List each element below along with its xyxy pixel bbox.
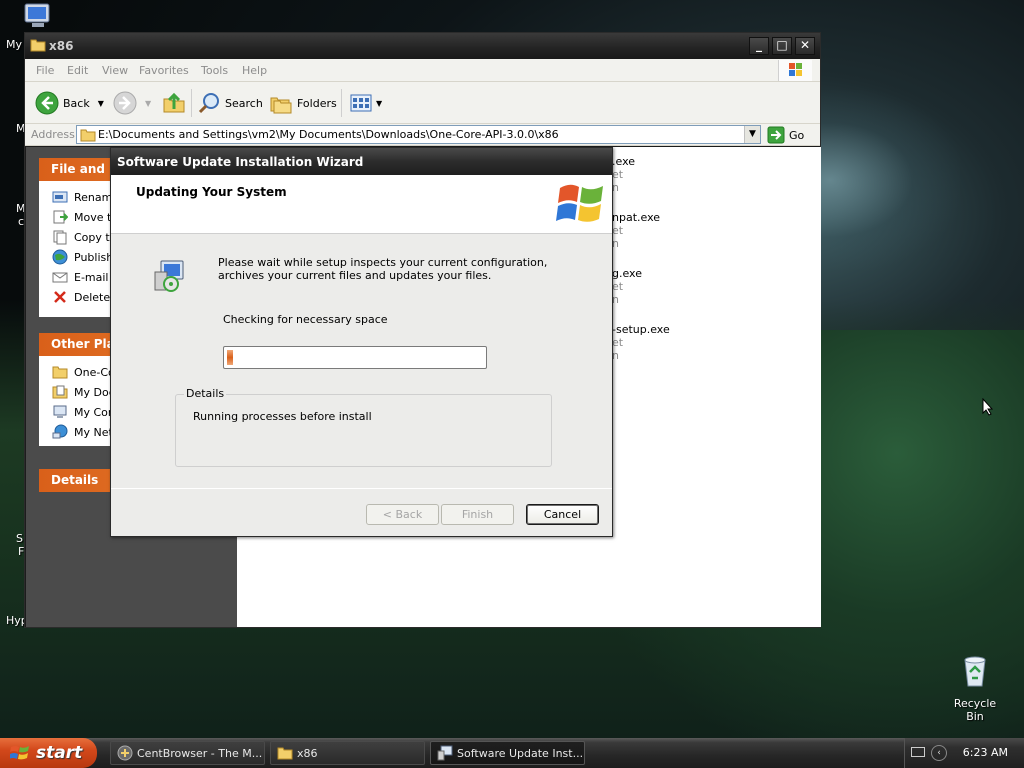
progress-segment	[227, 350, 233, 365]
progress-fill	[227, 350, 483, 365]
up-folder-button[interactable]	[162, 91, 186, 115]
tray-expand-icon[interactable]: ‹	[931, 745, 947, 761]
email-icon	[52, 272, 68, 283]
taskbar: start CentBrowser - The M... x86 Softwar…	[0, 738, 1024, 768]
search-icon	[198, 93, 219, 114]
details-group: Details Running processes before install	[175, 387, 552, 467]
maximize-button[interactable]: □	[772, 37, 792, 55]
up-folder-icon	[163, 92, 185, 113]
back-arrow-icon	[35, 91, 59, 115]
desktop-label-my-computer[interactable]: My	[6, 38, 22, 51]
wizard-heading: Updating Your System	[136, 185, 287, 199]
explorer-title: x86	[49, 39, 74, 53]
go-button[interactable]: Go	[767, 126, 804, 144]
desktop-label-4[interactable]: S	[16, 532, 23, 545]
copy-icon	[53, 230, 67, 245]
system-tray: ‹ 6:23 AM	[904, 738, 1024, 768]
toolbar: Back ▼ ▼ Search Folders ▼	[25, 82, 820, 124]
menu-favorites[interactable]: Favorites	[139, 64, 189, 77]
views-button[interactable]: ▼	[349, 91, 382, 115]
forward-arrow-icon	[113, 91, 137, 115]
address-label: Address	[31, 128, 75, 141]
menu-view[interactable]: View	[102, 64, 128, 77]
folder-icon	[277, 747, 293, 760]
wizard-titlebar[interactable]: Software Update Installation Wizard	[111, 148, 612, 175]
move-icon	[53, 210, 68, 224]
explorer-titlebar[interactable]: x86 _ □ ✕	[25, 33, 820, 59]
menu-help[interactable]: Help	[242, 64, 267, 77]
wizard-separator	[111, 488, 612, 489]
file-item[interactable]: -setup.exe et n	[612, 323, 670, 362]
toolbar-separator-2	[341, 89, 342, 117]
search-button[interactable]: Search	[197, 91, 263, 115]
folder-icon	[52, 366, 68, 379]
taskbar-item-centbrowser[interactable]: CentBrowser - The M...	[110, 741, 265, 765]
minimize-button[interactable]: _	[749, 37, 769, 55]
back-button[interactable]: < Back	[366, 504, 439, 525]
centbrowser-icon	[117, 745, 133, 761]
menu-edit[interactable]: Edit	[67, 64, 88, 77]
delete-x-icon	[54, 291, 66, 303]
recycle-bin-label: Recycle Bin	[953, 697, 997, 723]
back-button[interactable]: Back ▼	[35, 91, 104, 115]
my-computer-icon[interactable]	[22, 2, 54, 30]
wizard-title: Software Update Installation Wizard	[117, 155, 364, 169]
address-folder-icon	[80, 129, 96, 142]
cancel-button[interactable]: Cancel	[526, 504, 599, 525]
my-documents-icon	[52, 385, 68, 399]
wizard-status: Checking for necessary space	[223, 313, 388, 326]
folder-icon	[30, 39, 46, 52]
folders-button[interactable]: Folders	[269, 91, 337, 115]
recycle-bin-icon	[964, 656, 986, 687]
windows-flag-icon	[10, 746, 29, 760]
finish-button[interactable]: Finish	[441, 504, 514, 525]
keyboard-icon[interactable]	[911, 747, 925, 757]
menu-file[interactable]: File	[36, 64, 54, 77]
clock[interactable]: 6:23 AM	[963, 746, 1008, 759]
file-item[interactable]: g.exe et n	[612, 267, 642, 306]
views-grid-icon	[350, 94, 372, 112]
wizard-message: Please wait while setup inspects your cu…	[218, 256, 548, 282]
publish-globe-icon	[52, 249, 68, 265]
my-computer-icon	[53, 405, 67, 418]
address-dropdown-icon[interactable]: ▼	[744, 126, 760, 143]
toolbar-separator	[191, 89, 192, 117]
views-dropdown-icon[interactable]: ▼	[376, 99, 382, 108]
menu-tools[interactable]: Tools	[201, 64, 228, 77]
start-button[interactable]: start	[0, 738, 97, 768]
forward-button[interactable]: ▼	[113, 91, 151, 115]
install-progress-bar	[223, 346, 487, 369]
wizard-header: Updating Your System	[111, 175, 612, 234]
network-globe-icon	[52, 424, 68, 439]
menubar: File Edit View Favorites Tools Help	[25, 59, 820, 82]
address-bar: Address E:\Documents and Settings\vm2\My…	[25, 124, 820, 146]
taskbar-item-software-update[interactable]: Software Update Inst...	[430, 741, 585, 765]
windows-flag-icon	[778, 60, 812, 81]
recycle-bin[interactable]: Recycle Bin	[944, 654, 1006, 723]
details-legend: Details	[184, 387, 227, 400]
update-wizard-dialog: Software Update Installation Wizard Upda…	[110, 147, 613, 537]
close-button[interactable]: ✕	[795, 37, 815, 55]
address-field[interactable]: E:\Documents and Settings\vm2\My Documen…	[76, 125, 761, 144]
file-item[interactable]: .exe et n	[612, 155, 635, 194]
details-text: Running processes before install	[193, 410, 372, 423]
setup-icon	[437, 745, 453, 761]
forward-dropdown-icon[interactable]: ▼	[145, 99, 151, 108]
mouse-cursor-icon	[982, 398, 994, 416]
back-dropdown-icon[interactable]: ▼	[98, 99, 104, 108]
file-item[interactable]: npat.exe et n	[612, 211, 660, 250]
setup-computer-icon	[154, 260, 184, 292]
taskbar-item-x86[interactable]: x86	[270, 741, 425, 765]
rename-icon	[52, 191, 68, 203]
windows-logo-icon	[556, 184, 603, 222]
go-arrow-icon	[767, 126, 785, 144]
address-value: E:\Documents and Settings\vm2\My Documen…	[98, 128, 559, 141]
folders-icon	[270, 97, 292, 114]
